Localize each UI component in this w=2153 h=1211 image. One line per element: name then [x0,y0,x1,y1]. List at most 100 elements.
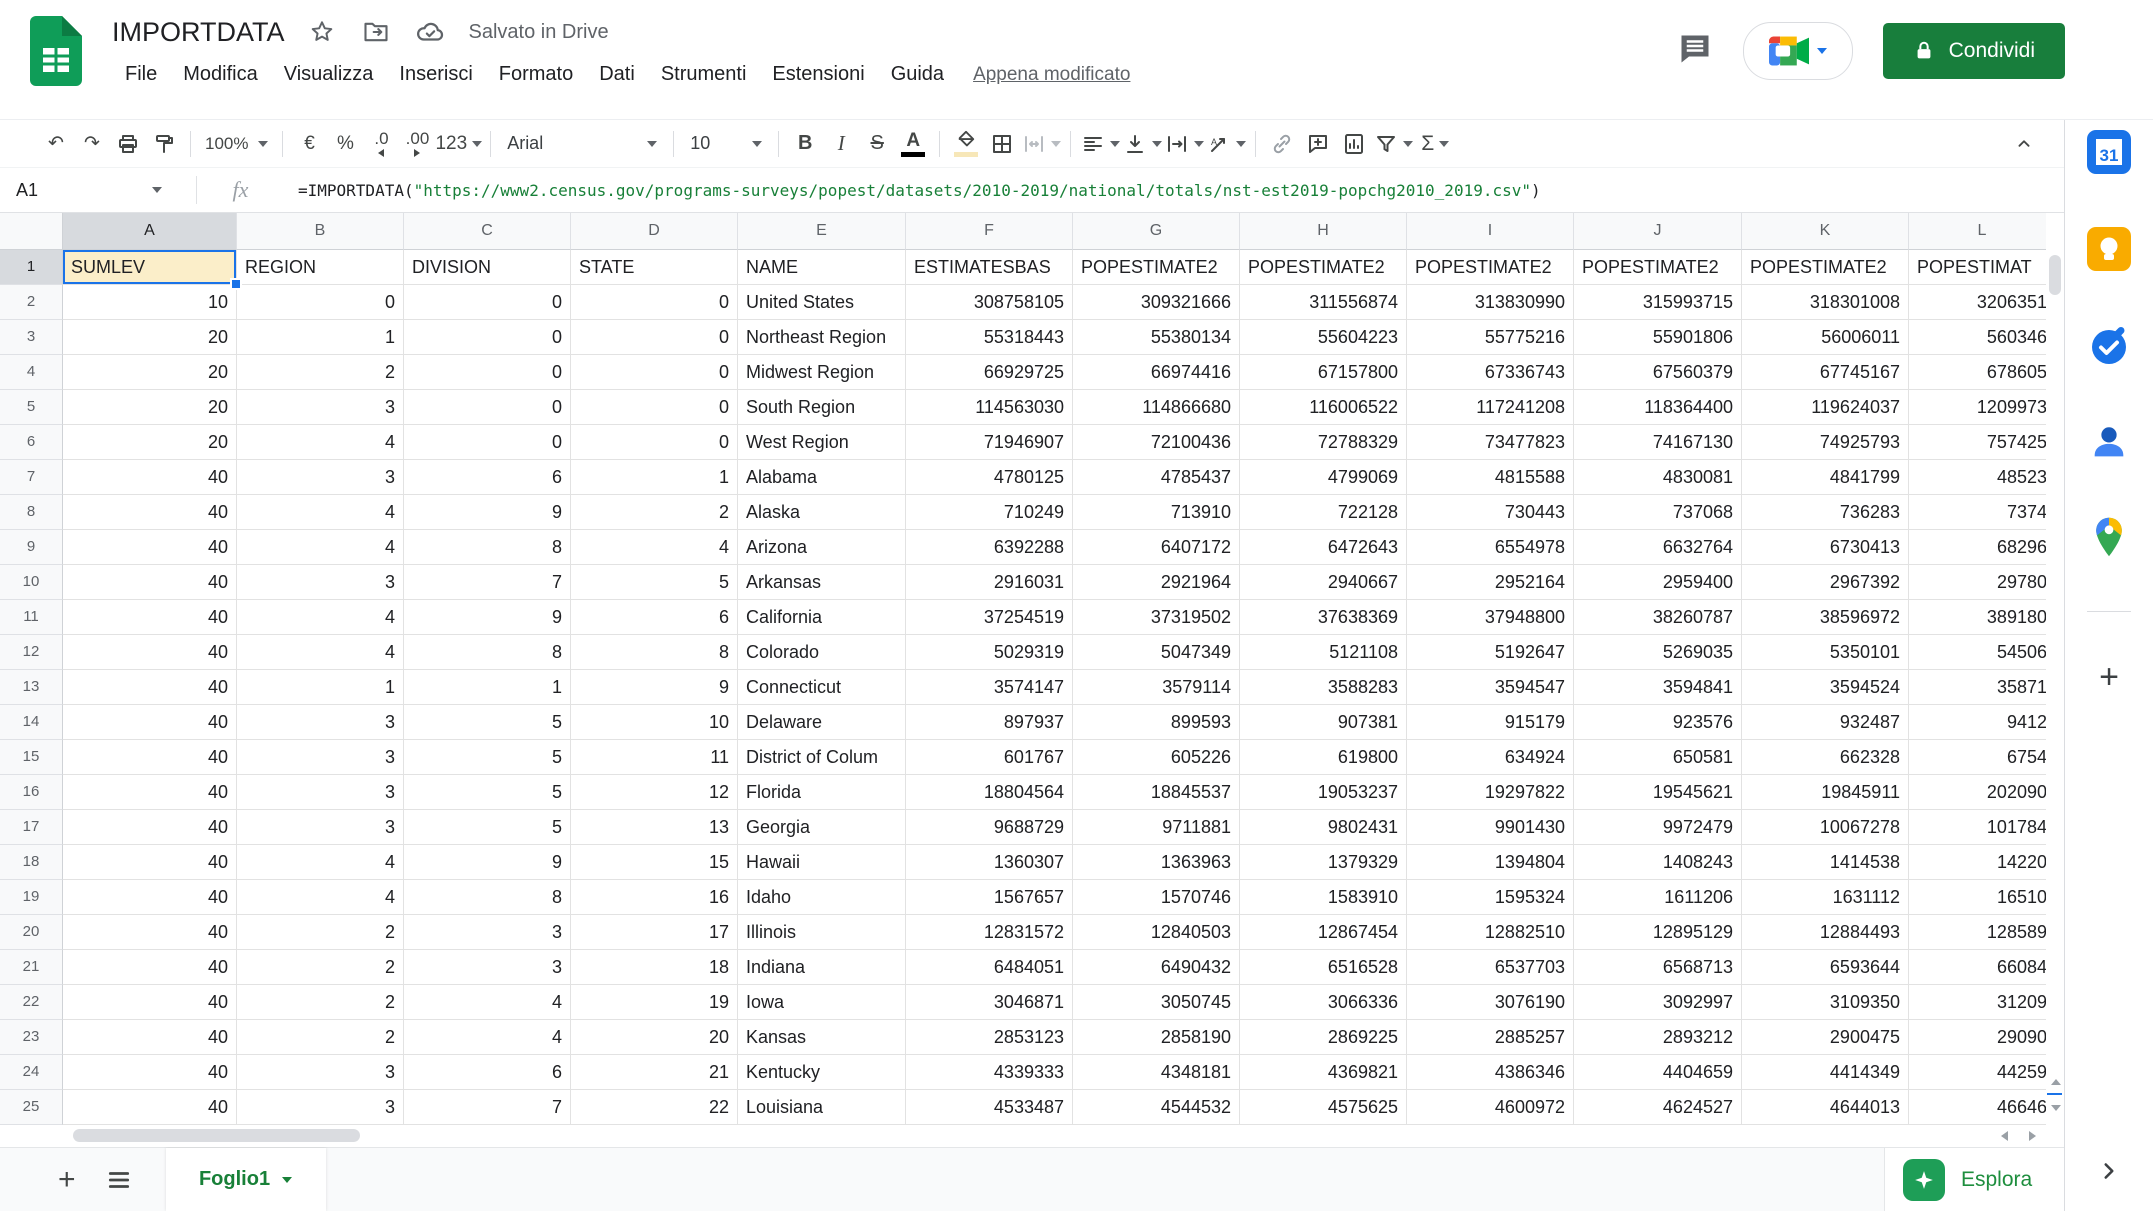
cell-F10[interactable]: 2916031 [906,565,1073,600]
cell-G17[interactable]: 9711881 [1073,810,1240,845]
google-maps-icon[interactable] [2093,516,2125,563]
cell-F22[interactable]: 3046871 [906,985,1073,1020]
row-header-6[interactable]: 6 [0,425,63,460]
cell-C17[interactable]: 5 [404,810,571,845]
cell-F18[interactable]: 1360307 [906,845,1073,880]
cell-L12[interactable]: 54506 [1909,635,2056,670]
cell-C24[interactable]: 6 [404,1055,571,1090]
cell-D6[interactable]: 0 [571,425,738,460]
cell-B10[interactable]: 3 [237,565,404,600]
cell-F5[interactable]: 114563030 [906,390,1073,425]
sheet-tab-caret[interactable] [282,1177,292,1183]
hide-side-panel-button[interactable] [2096,1158,2122,1189]
row-header-24[interactable]: 24 [0,1055,63,1090]
google-keep-icon[interactable] [2087,227,2131,276]
menu-inserisci[interactable]: Inserisci [386,58,485,91]
cell-B9[interactable]: 4 [237,530,404,565]
cell-G5[interactable]: 114866680 [1073,390,1240,425]
cell-B15[interactable]: 3 [237,740,404,775]
cell-I13[interactable]: 3594547 [1407,670,1574,705]
cell-E23[interactable]: Kansas [738,1020,906,1055]
google-tasks-icon[interactable] [2087,324,2131,373]
cell-D19[interactable]: 16 [571,880,738,915]
cell-J20[interactable]: 12895129 [1574,915,1742,950]
cell-D13[interactable]: 9 [571,670,738,705]
cell-F9[interactable]: 6392288 [906,530,1073,565]
cell-H5[interactable]: 116006522 [1240,390,1407,425]
cell-B1[interactable]: REGION [237,250,404,285]
cell-K5[interactable]: 119624037 [1742,390,1909,425]
column-header-F[interactable]: F [906,213,1073,250]
cell-A24[interactable]: 40 [63,1055,237,1090]
cell-D17[interactable]: 13 [571,810,738,845]
cell-I17[interactable]: 9901430 [1407,810,1574,845]
cell-J22[interactable]: 3092997 [1574,985,1742,1020]
cell-K3[interactable]: 56006011 [1742,320,1909,355]
cell-K13[interactable]: 3594524 [1742,670,1909,705]
cell-I21[interactable]: 6537703 [1407,950,1574,985]
cell-H2[interactable]: 311556874 [1240,285,1407,320]
cell-B24[interactable]: 3 [237,1055,404,1090]
row-header-5[interactable]: 5 [0,390,63,425]
cell-F15[interactable]: 601767 [906,740,1073,775]
column-header-I[interactable]: I [1407,213,1574,250]
cell-D14[interactable]: 10 [571,705,738,740]
cell-C23[interactable]: 4 [404,1020,571,1055]
cell-H24[interactable]: 4369821 [1240,1055,1407,1090]
strikethrough-button[interactable]: S [859,125,895,163]
cell-G14[interactable]: 899593 [1073,705,1240,740]
cell-E16[interactable]: Florida [738,775,906,810]
cell-B5[interactable]: 3 [237,390,404,425]
cell-H19[interactable]: 1583910 [1240,880,1407,915]
cell-J19[interactable]: 1611206 [1574,880,1742,915]
cell-A5[interactable]: 20 [63,390,237,425]
column-header-K[interactable]: K [1742,213,1909,250]
cell-D7[interactable]: 1 [571,460,738,495]
print-button[interactable] [110,125,146,163]
cell-I15[interactable]: 634924 [1407,740,1574,775]
cell-F6[interactable]: 71946907 [906,425,1073,460]
cell-I14[interactable]: 915179 [1407,705,1574,740]
cell-E5[interactable]: South Region [738,390,906,425]
cell-E12[interactable]: Colorado [738,635,906,670]
cell-F20[interactable]: 12831572 [906,915,1073,950]
cell-L10[interactable]: 29780 [1909,565,2056,600]
cell-L9[interactable]: 68296 [1909,530,2056,565]
cell-B12[interactable]: 4 [237,635,404,670]
cell-D16[interactable]: 12 [571,775,738,810]
cell-F2[interactable]: 308758105 [906,285,1073,320]
cell-K21[interactable]: 6593644 [1742,950,1909,985]
cell-A2[interactable]: 10 [63,285,237,320]
cell-J15[interactable]: 650581 [1574,740,1742,775]
menu-guida[interactable]: Guida [878,58,957,91]
cell-F21[interactable]: 6484051 [906,950,1073,985]
cell-E11[interactable]: California [738,600,906,635]
merge-cells-button[interactable] [1020,125,1062,163]
cell-I9[interactable]: 6554978 [1407,530,1574,565]
cell-B21[interactable]: 2 [237,950,404,985]
cell-J1[interactable]: POPESTIMATE2 [1574,250,1742,285]
cell-L15[interactable]: 6754 [1909,740,2056,775]
cell-H7[interactable]: 4799069 [1240,460,1407,495]
cell-H3[interactable]: 55604223 [1240,320,1407,355]
cell-H6[interactable]: 72788329 [1240,425,1407,460]
cell-L13[interactable]: 35871 [1909,670,2056,705]
cell-F13[interactable]: 3574147 [906,670,1073,705]
column-header-E[interactable]: E [738,213,906,250]
text-color-button[interactable]: A [895,125,931,163]
cell-D3[interactable]: 0 [571,320,738,355]
cell-J14[interactable]: 923576 [1574,705,1742,740]
cell-E4[interactable]: Midwest Region [738,355,906,390]
cell-A9[interactable]: 40 [63,530,237,565]
fill-handle[interactable] [230,278,242,290]
cell-D11[interactable]: 6 [571,600,738,635]
google-contacts-icon[interactable] [2088,421,2130,468]
cell-D22[interactable]: 19 [571,985,738,1020]
cell-G19[interactable]: 1570746 [1073,880,1240,915]
cell-H12[interactable]: 5121108 [1240,635,1407,670]
cell-B4[interactable]: 2 [237,355,404,390]
cell-G23[interactable]: 2858190 [1073,1020,1240,1055]
cell-I11[interactable]: 37948800 [1407,600,1574,635]
font-select[interactable]: Arial [499,125,665,163]
cell-G3[interactable]: 55380134 [1073,320,1240,355]
